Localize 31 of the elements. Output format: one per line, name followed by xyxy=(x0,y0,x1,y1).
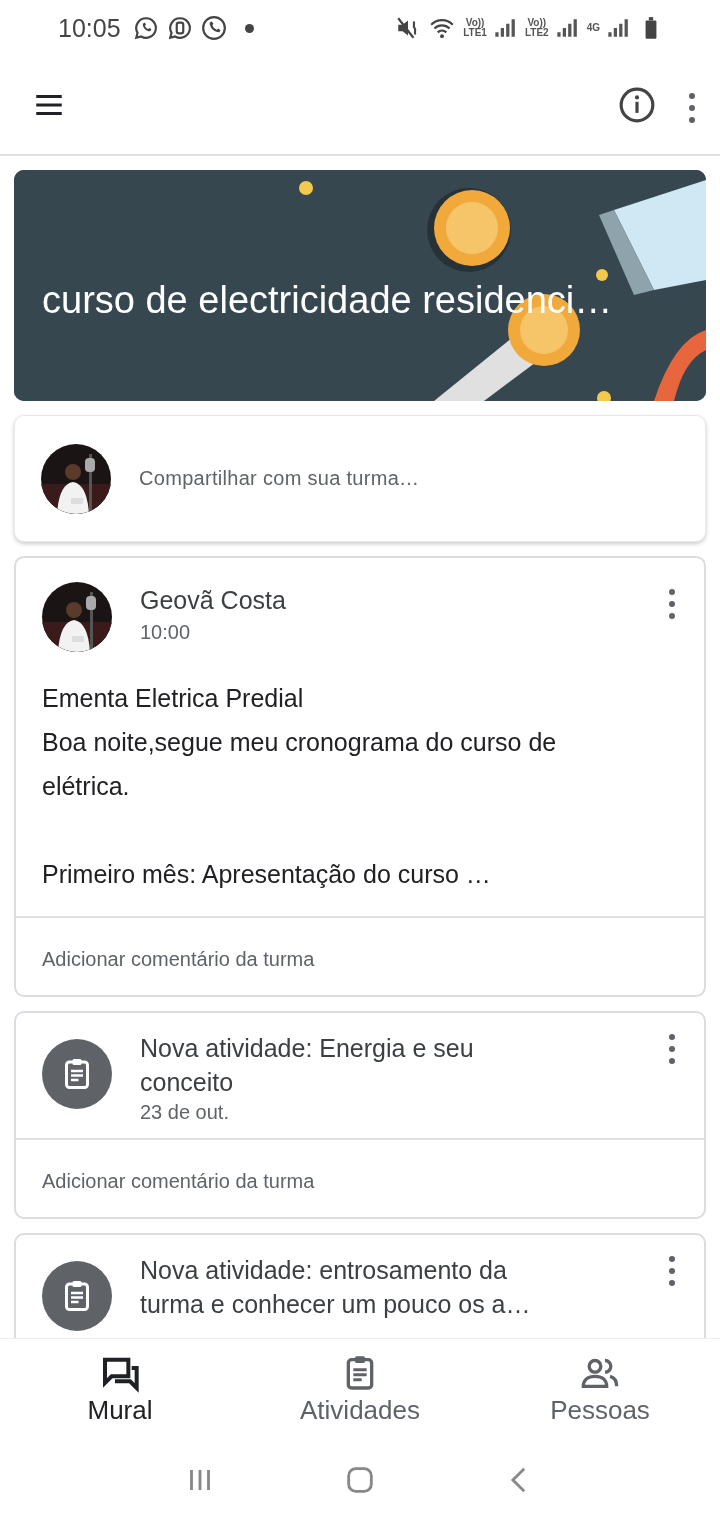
author-name: Geovã Costa xyxy=(140,586,287,615)
network-label: LTE1 xyxy=(463,28,487,38)
activity-title[interactable]: Nova atividade: Energia e seu conceito xyxy=(140,1031,540,1099)
post-time: 10:00 xyxy=(140,621,192,644)
more-options-icon[interactable] xyxy=(686,92,698,124)
assignment-icon xyxy=(42,1039,112,1109)
network-label: Vo)) xyxy=(465,18,485,28)
notification-dot xyxy=(244,23,254,33)
assignment-icon xyxy=(42,1261,112,1331)
class-title: curso de electricidade residenci… xyxy=(42,279,613,322)
chat-bubble-icon xyxy=(132,15,159,41)
clock-time: 10:05 xyxy=(58,13,121,43)
nav-tab[interactable]: Mural xyxy=(0,1339,240,1440)
activity-date: 23 de out. xyxy=(140,1101,230,1124)
share-placeholder: Compartilhar com sua turma… xyxy=(139,467,420,490)
share-box[interactable]: Compartilhar com sua turma… xyxy=(14,415,706,542)
comment-field[interactable]: Adicionar comentário da turma xyxy=(16,916,704,995)
chat-bubble-icon xyxy=(166,15,193,41)
comment-field[interactable]: Adicionar comentário da turma xyxy=(16,1138,704,1217)
network-label: LTE2 xyxy=(524,28,549,38)
more-options-icon[interactable] xyxy=(666,1255,678,1287)
more-options-icon[interactable] xyxy=(666,1033,678,1065)
nav-tab[interactable]: Pessoas xyxy=(480,1339,720,1440)
info-icon[interactable] xyxy=(618,86,656,124)
nav-tab[interactable]: Atividades xyxy=(240,1339,480,1440)
post-text: Ementa Eletrica Predial Boa noite,segue meu cronograma do curso de elétrica. Primeiro mês: Apresentação do curso … xyxy=(41,683,558,890)
more-options-icon[interactable] xyxy=(666,588,678,620)
network-label: 4G xyxy=(586,23,600,33)
phone-icon xyxy=(200,15,227,41)
activity-title[interactable]: Nova atividade: entrosamento da turma e conhecer um pouco os a… xyxy=(140,1253,540,1321)
network-label: Vo)) xyxy=(527,18,547,28)
